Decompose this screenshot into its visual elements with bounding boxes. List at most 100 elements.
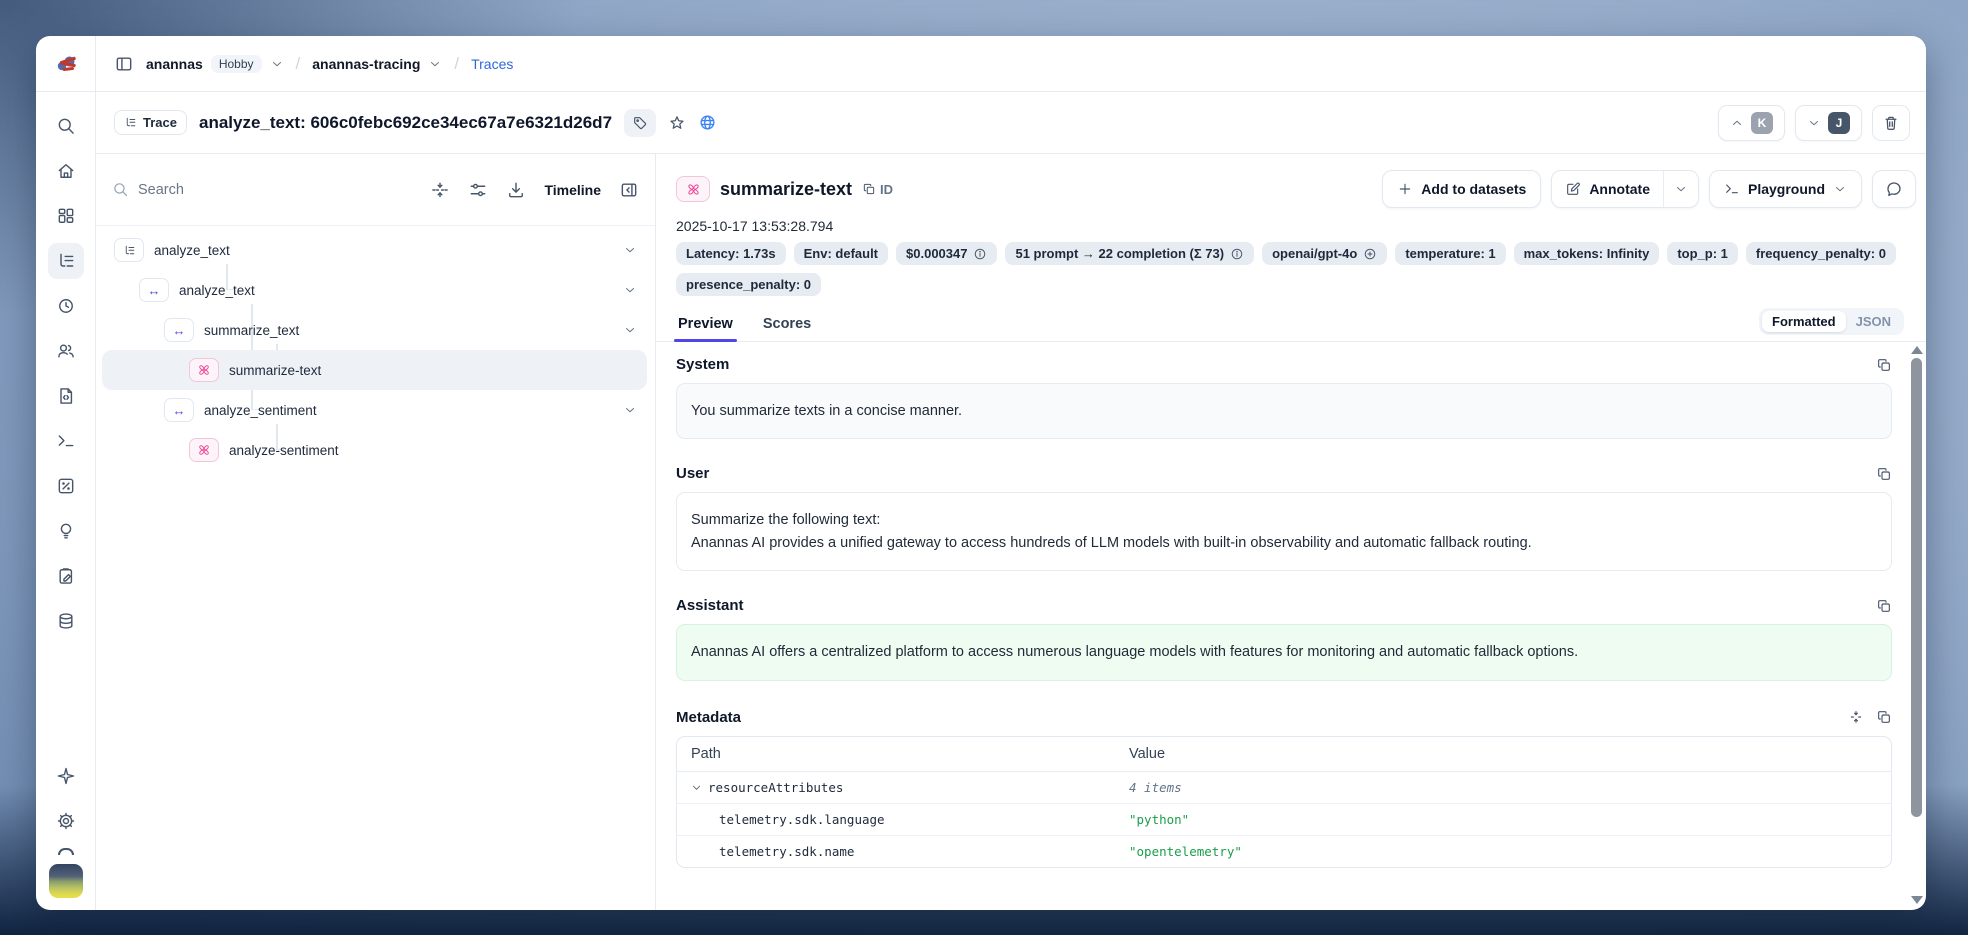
tree-node-label: analyze_text bbox=[179, 283, 255, 298]
download-icon[interactable] bbox=[506, 180, 526, 200]
tree-row-analyze-text-span[interactable]: ↔ analyze_text bbox=[102, 270, 647, 310]
pencil-square-icon bbox=[1565, 181, 1581, 197]
frequency-penalty-badge[interactable]: frequency_penalty: 0 bbox=[1746, 242, 1896, 265]
shortcut-key-j: J bbox=[1828, 112, 1850, 134]
clock-icon bbox=[56, 296, 76, 316]
token-usage-badge[interactable]: 51 prompt → 22 completion (Σ 73) bbox=[1005, 242, 1254, 265]
star-icon bbox=[668, 114, 686, 132]
sidebar-item-evaluation[interactable] bbox=[48, 468, 84, 504]
public-share-button[interactable] bbox=[698, 113, 717, 132]
copy-icon[interactable] bbox=[1876, 598, 1892, 614]
sidebar-item-annotation[interactable] bbox=[48, 558, 84, 594]
logo-cell[interactable] bbox=[36, 36, 96, 91]
scrollbar-thumb[interactable] bbox=[1911, 358, 1922, 817]
tree-row-analyze-text-trace[interactable]: analyze_text bbox=[102, 230, 647, 270]
chevron-down-icon[interactable] bbox=[691, 782, 702, 793]
next-trace-button[interactable]: J bbox=[1795, 105, 1862, 141]
database-icon bbox=[56, 611, 76, 631]
tab-scores[interactable]: Scores bbox=[761, 310, 813, 341]
presence-penalty-badge[interactable]: presence_penalty: 0 bbox=[676, 273, 821, 296]
search-input[interactable] bbox=[138, 182, 258, 198]
sidebar-item-dashboards[interactable] bbox=[48, 198, 84, 234]
sidebar-item-sessions[interactable] bbox=[48, 288, 84, 324]
breadcrumb-traces-link[interactable]: Traces bbox=[471, 56, 513, 72]
copy-icon[interactable] bbox=[1876, 357, 1892, 373]
sidebar-toggle-icon[interactable] bbox=[114, 54, 134, 74]
tags-button[interactable] bbox=[624, 109, 656, 137]
copy-icon[interactable] bbox=[1876, 466, 1892, 482]
tree-row-summarize-text-generation[interactable]: summarize-text bbox=[102, 350, 647, 390]
max-tokens-badge[interactable]: max_tokens: Infinity bbox=[1514, 242, 1660, 265]
temperature-badge[interactable]: temperature: 1 bbox=[1395, 242, 1505, 265]
scroll-up-arrow[interactable] bbox=[1911, 346, 1923, 354]
tree-row-analyze-sentiment-generation[interactable]: analyze-sentiment bbox=[102, 430, 647, 470]
view-settings-icon[interactable] bbox=[468, 180, 488, 200]
playground-button[interactable]: Playground bbox=[1709, 170, 1862, 208]
trace-title: analyze_text: 606c0febc692ce34ec67a7e632… bbox=[199, 113, 612, 133]
sidebar-item-home[interactable] bbox=[48, 153, 84, 189]
chevron-down-icon[interactable] bbox=[623, 283, 637, 297]
latency-badge[interactable]: Latency: 1.73s bbox=[676, 242, 786, 265]
trace-tree-panel: Timeline bbox=[96, 154, 656, 910]
table-row[interactable]: telemetry.sdk.language "python" bbox=[677, 804, 1891, 836]
sidebar-item-upgrade[interactable] bbox=[48, 758, 84, 794]
sidebar-item-prompts[interactable] bbox=[48, 378, 84, 414]
trace-tree-icon bbox=[56, 251, 76, 271]
scroll-down-arrow[interactable] bbox=[1911, 896, 1923, 904]
collapse-vertical-icon[interactable] bbox=[430, 180, 450, 200]
sidebar-item-tracing[interactable] bbox=[48, 243, 84, 279]
chevron-down-icon[interactable] bbox=[623, 403, 637, 417]
tree-row-summarize-text-span[interactable]: ↔ summarize_text bbox=[102, 310, 647, 350]
comments-button[interactable] bbox=[1872, 170, 1916, 208]
scrollbar-track[interactable] bbox=[1911, 358, 1922, 892]
chevron-down-icon bbox=[1674, 182, 1688, 196]
observation-detail-panel: summarize-text ID Add to datasets bbox=[656, 154, 1926, 910]
tree-node-label: summarize_text bbox=[204, 323, 299, 338]
annotate-button[interactable]: Annotate bbox=[1552, 171, 1663, 207]
delete-trace-button[interactable] bbox=[1872, 105, 1910, 141]
chevron-down-icon[interactable] bbox=[623, 323, 637, 337]
copy-id-button[interactable]: ID bbox=[862, 182, 893, 197]
tab-preview[interactable]: Preview bbox=[676, 310, 735, 341]
annotate-menu-button[interactable] bbox=[1664, 171, 1698, 207]
sidebar-item-datasets[interactable] bbox=[48, 603, 84, 639]
breadcrumb-project[interactable]: anannas-tracing bbox=[312, 56, 442, 72]
chevron-down-icon[interactable] bbox=[623, 243, 637, 257]
table-row[interactable]: telemetry.sdk.name "opentelemetry" bbox=[677, 836, 1891, 867]
sidebar-item-search[interactable] bbox=[48, 108, 84, 144]
format-formatted[interactable]: Formatted bbox=[1762, 311, 1846, 332]
table-row[interactable]: resourceAttributes 4 items bbox=[677, 772, 1891, 804]
expand-rows-icon[interactable] bbox=[1848, 709, 1864, 725]
top-header: anannas Hobby / anannas-tracing / Traces bbox=[36, 36, 1926, 92]
add-to-datasets-button[interactable]: Add to datasets bbox=[1382, 170, 1541, 208]
user-avatar[interactable] bbox=[49, 864, 83, 898]
env-badge[interactable]: Env: default bbox=[794, 242, 888, 265]
model-badge[interactable]: openai/gpt-4o bbox=[1262, 242, 1387, 265]
timeline-toggle[interactable]: Timeline bbox=[544, 182, 601, 198]
plan-badge: Hobby bbox=[211, 55, 262, 73]
tree-search[interactable] bbox=[112, 181, 414, 198]
app-window: anannas Hobby / anannas-tracing / Traces bbox=[36, 36, 1926, 910]
sidebar-item-insights[interactable] bbox=[48, 513, 84, 549]
breadcrumb-org[interactable]: anannas Hobby bbox=[146, 55, 284, 73]
sidebar-item-settings[interactable] bbox=[48, 803, 84, 839]
column-value: Value bbox=[1129, 746, 1877, 762]
prev-trace-button[interactable]: K bbox=[1718, 105, 1785, 141]
info-icon bbox=[1230, 247, 1244, 261]
plus-icon bbox=[1397, 181, 1413, 197]
cost-badge[interactable]: $0.000347 bbox=[896, 242, 997, 265]
search-icon bbox=[112, 181, 129, 198]
format-json[interactable]: JSON bbox=[1846, 311, 1901, 332]
vertical-scrollbar[interactable] bbox=[1909, 342, 1924, 906]
left-icon-rail bbox=[36, 92, 96, 910]
span-node-icon: ↔ bbox=[139, 278, 169, 302]
copy-icon[interactable] bbox=[1876, 709, 1892, 725]
collapse-panel-icon[interactable] bbox=[619, 180, 639, 200]
bookmark-button[interactable] bbox=[668, 114, 686, 132]
sidebar-item-users[interactable] bbox=[48, 333, 84, 369]
sidebar-item-playground[interactable] bbox=[48, 423, 84, 459]
detail-tabs: Preview Scores Formatted JSON bbox=[656, 300, 1926, 342]
tree-row-analyze-sentiment-span[interactable]: ↔ analyze_sentiment bbox=[102, 390, 647, 430]
top-p-badge[interactable]: top_p: 1 bbox=[1667, 242, 1738, 265]
detail-header: summarize-text ID Add to datasets bbox=[656, 154, 1926, 214]
